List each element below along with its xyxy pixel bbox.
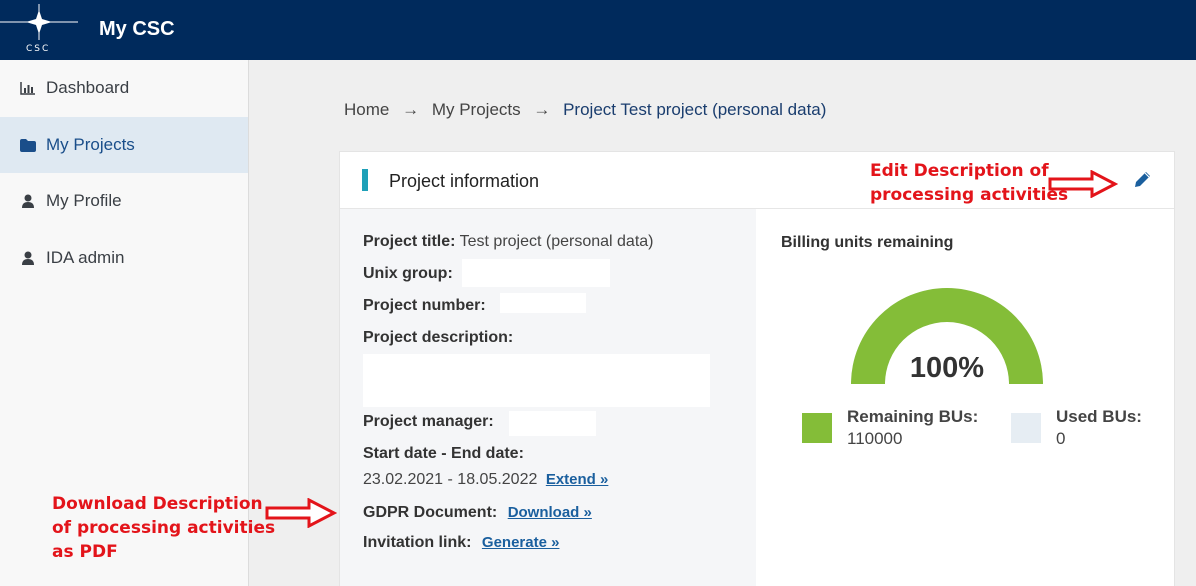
- breadcrumb-home[interactable]: Home: [344, 100, 389, 119]
- project-description-row: Project description:: [363, 329, 513, 347]
- project-manager-value-redacted: [509, 411, 596, 436]
- breadcrumb: Home → My Projects → Project Test projec…: [344, 100, 826, 120]
- project-title-value: Test project (personal data): [459, 233, 654, 250]
- download-annotation-line: Download Description: [52, 494, 263, 514]
- dates-value: 23.02.2021 - 18.05.2022: [363, 471, 538, 488]
- project-manager-label: Project manager:: [363, 413, 494, 430]
- folder-icon: [20, 137, 36, 153]
- sidebar-item-label: IDA admin: [46, 248, 125, 267]
- download-annotation: Download Description of processing activ…: [52, 492, 275, 564]
- bar-chart-icon: [20, 80, 36, 96]
- top-bar: CSC My CSC: [0, 0, 1196, 60]
- project-information-card: Project information Project title: Test …: [339, 151, 1175, 586]
- sidebar-item-dashboard[interactable]: Dashboard: [0, 60, 248, 116]
- unix-group-label: Unix group:: [363, 265, 453, 282]
- sidebar-item-label: My Projects: [46, 135, 135, 154]
- project-details-panel: Project title: Test project (personal da…: [340, 209, 756, 586]
- remaining-label: Remaining BUs:: [847, 407, 979, 426]
- breadcrumb-current: Project Test project (personal data): [563, 100, 827, 119]
- gdpr-label: GDPR Document:: [363, 504, 498, 521]
- used-legend-swatch: [1011, 413, 1041, 443]
- generate-link[interactable]: Generate »: [482, 534, 560, 551]
- used-label: Used BUs:: [1056, 407, 1142, 426]
- csc-logo[interactable]: CSC: [0, 0, 80, 60]
- project-number-row: Project number:: [363, 297, 486, 315]
- download-annotation-line: as PDF: [52, 542, 118, 562]
- card-accent-bar: [362, 169, 368, 191]
- edit-annotation-line: Edit Description of: [870, 161, 1049, 181]
- project-number-label: Project number:: [363, 297, 486, 314]
- sidebar-item-ida-admin[interactable]: IDA admin: [0, 230, 248, 286]
- gdpr-row: GDPR Document: Download »: [363, 504, 592, 522]
- breadcrumb-separator: →: [402, 100, 420, 119]
- card-title: Project information: [389, 171, 540, 191]
- sidebar-item-my-profile[interactable]: My Profile: [0, 173, 248, 229]
- edit-button[interactable]: [1131, 169, 1153, 191]
- logo-text: CSC: [26, 44, 51, 54]
- sidebar-item-my-projects[interactable]: My Projects: [0, 117, 248, 173]
- download-arrow-icon: [265, 498, 337, 528]
- project-title-label: Project title:: [363, 233, 456, 250]
- download-link[interactable]: Download »: [508, 504, 592, 521]
- pencil-icon: [1135, 172, 1150, 187]
- breadcrumb-my-projects[interactable]: My Projects: [432, 100, 521, 119]
- dates-label: Start date - End date:: [363, 445, 524, 462]
- used-value: 0: [1056, 429, 1066, 448]
- user-icon: [20, 193, 36, 209]
- sidebar-item-label: My Profile: [46, 191, 122, 210]
- project-description-label: Project description:: [363, 329, 514, 346]
- gauge-percent: 100%: [909, 352, 985, 384]
- invitation-row: Invitation link: Generate »: [363, 534, 559, 552]
- extend-link[interactable]: Extend »: [546, 471, 609, 488]
- unix-group-value-redacted: [462, 259, 610, 287]
- edit-annotation-line: processing activities: [870, 185, 1069, 205]
- edit-arrow-icon: [1048, 170, 1118, 198]
- project-description-value-redacted: [363, 354, 710, 407]
- sidebar-item-label: Dashboard: [46, 78, 130, 97]
- remaining-legend-swatch: [802, 413, 832, 443]
- unix-group-row: Unix group:: [363, 265, 453, 283]
- edit-annotation: Edit Description of processing activitie…: [870, 159, 1068, 207]
- user-icon: [20, 250, 36, 266]
- billing-panel: Billing units remaining 100% Remaining B…: [756, 209, 1174, 586]
- dates-value-row: 23.02.2021 - 18.05.2022 Extend »: [363, 471, 608, 489]
- breadcrumb-separator: →: [533, 100, 551, 119]
- app-title: My CSC: [99, 18, 175, 40]
- billing-title: Billing units remaining: [781, 234, 954, 251]
- dates-label-row: Start date - End date:: [363, 445, 524, 463]
- download-annotation-line: of processing activities: [52, 518, 276, 538]
- project-number-value-redacted: [500, 293, 586, 313]
- project-title-row: Project title: Test project (personal da…: [363, 233, 654, 251]
- remaining-value: 110000: [847, 429, 903, 448]
- invitation-label: Invitation link:: [363, 534, 472, 551]
- project-manager-row: Project manager:: [363, 413, 494, 431]
